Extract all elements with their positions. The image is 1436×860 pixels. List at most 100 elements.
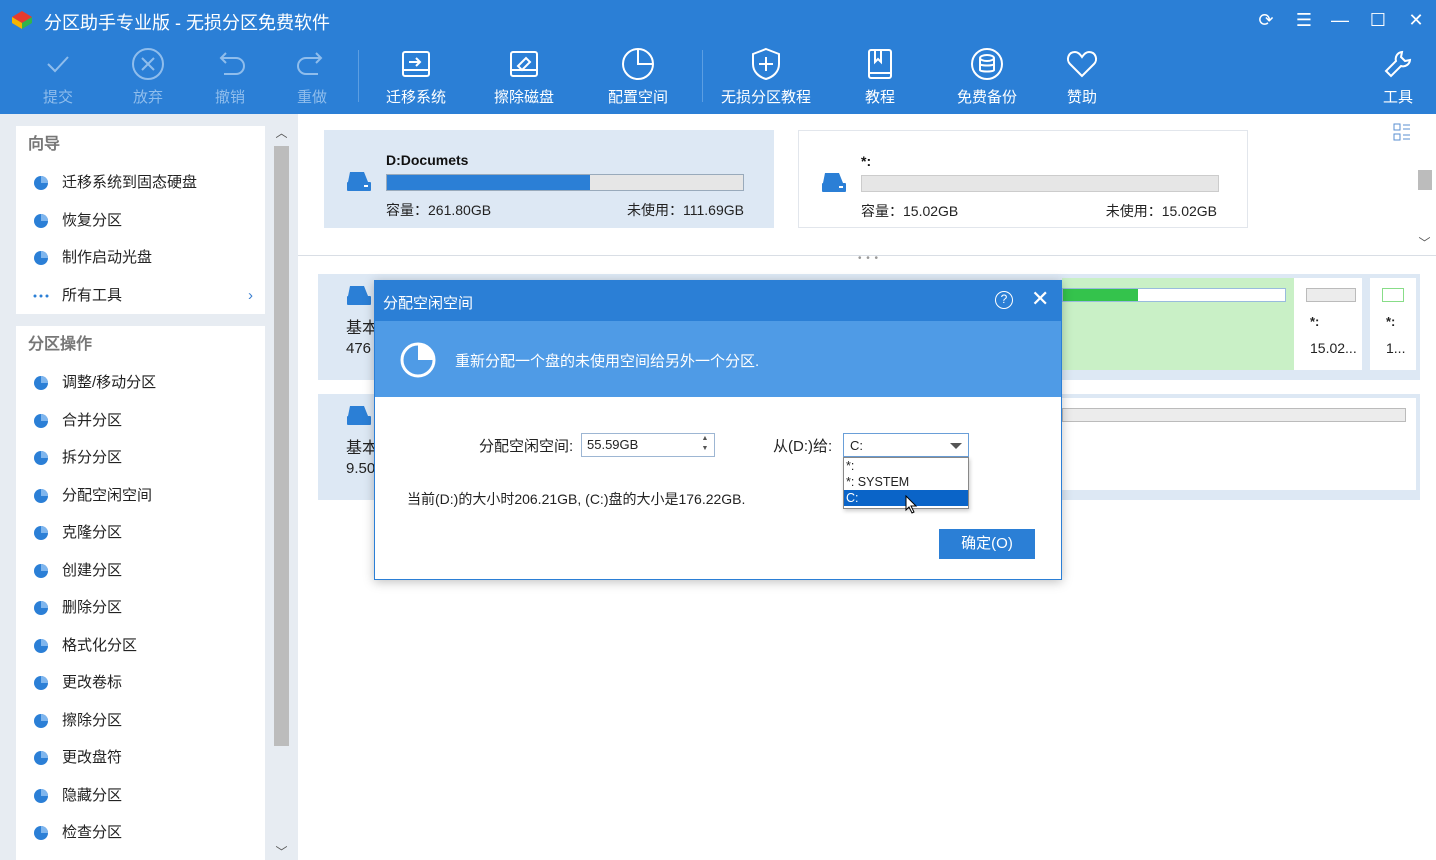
partition-name: *: [861, 153, 872, 169]
undo-button[interactable]: 撤销 [208, 46, 252, 110]
sidebar-item[interactable]: 分配空闲空间 [16, 477, 265, 515]
sidebar-item[interactable]: 合并分区 [16, 402, 265, 440]
scroll-down-icon[interactable]: ﹀ [272, 843, 291, 860]
dialog-description: 重新分配一个盘的未使用空间给另外一个分区. [455, 353, 760, 370]
sidebar-item[interactable]: 格式化分区 [16, 627, 265, 665]
disk-size: 476 [346, 340, 372, 357]
scrollbar-thumb[interactable] [1418, 170, 1432, 190]
scrollbar-thumb[interactable] [274, 146, 289, 746]
label-icon [34, 676, 48, 690]
sidebar-item[interactable]: 制作启动光盘 [16, 239, 265, 277]
sidebar-item[interactable]: 拆分分区 [16, 439, 265, 477]
tutorial-button[interactable]: 教程 [858, 46, 902, 110]
sidebar-item[interactable]: 恢复分区 [16, 202, 265, 240]
shield-plus-icon [752, 47, 780, 81]
space-amount-stepper[interactable]: 55.59GB ▲ ▼ [581, 433, 715, 457]
drive-icon [347, 172, 371, 191]
dialog-title: 分配空闲空间 [383, 295, 474, 312]
partition-label: *: [1310, 314, 1320, 329]
target-partition-select[interactable]: C: [843, 433, 969, 457]
usage-bar [386, 174, 744, 191]
sidebar-item[interactable]: 创建分区 [16, 552, 265, 590]
space-amount-value: 55.59GB [587, 437, 639, 452]
backup-icon [971, 48, 1003, 80]
sidebar-item-label: 克隆分区 [62, 524, 123, 541]
minimize-button[interactable]: — [1328, 8, 1352, 32]
sidebar-item[interactable]: 检查分区 [16, 814, 265, 852]
operations-heading: 分区操作 [28, 336, 93, 353]
sidebar-scrollbar[interactable]: ︿ ﹀ [272, 124, 291, 860]
redo-button[interactable]: 重做 [290, 46, 334, 110]
chevron-right-icon: › [248, 286, 253, 304]
donate-button[interactable]: 赞助 [1062, 46, 1102, 110]
sidebar-item-label: 擦除分区 [62, 711, 123, 729]
ok-button[interactable]: 确定(O) [939, 529, 1035, 559]
usage-bar [1062, 288, 1286, 302]
wizard-heading: 向导 [28, 136, 61, 153]
partition-block[interactable]: *: 15.02... [1294, 278, 1362, 370]
sidebar-item-label: 删除分区 [62, 599, 123, 616]
menu-icon[interactable]: ☰ [1292, 8, 1316, 32]
sidebar-item[interactable]: 克隆分区 [16, 514, 265, 552]
dropdown-option[interactable]: *: [844, 458, 968, 474]
wipe-partition-icon [34, 713, 48, 728]
free-space-text: 未使用：15.02GB [1105, 203, 1217, 219]
sidebar-item[interactable]: 更改卷标 [16, 664, 265, 702]
commit-button[interactable]: 提交 [36, 46, 80, 110]
partition-block[interactable] [1062, 278, 1294, 370]
view-toggle-icon[interactable] [1392, 122, 1412, 142]
partition-card[interactable]: D:Documets 容量：261.80GB 未使用：111.69GB [324, 130, 774, 228]
wizard-panel: 向导 迁移系统到固态硬盘 恢复分区 制作启动光盘 所有工具 › [16, 126, 265, 314]
dropdown-option[interactable]: *: SYSTEM [844, 474, 968, 490]
free-backup-button[interactable]: 免费备份 [954, 46, 1020, 110]
wipe-disk-button[interactable]: 擦除磁盘 [490, 46, 558, 110]
allocate-space-button[interactable]: 配置空间 [604, 46, 672, 110]
partition-size: 15.02... [1310, 340, 1357, 356]
partition-cards-pane: D:Documets 容量：261.80GB 未使用：111.69GB *: 容… [298, 114, 1436, 264]
capacity-text: 容量：261.80GB [386, 202, 492, 218]
sidebar-item[interactable]: 调整/移动分区 [16, 364, 265, 402]
sidebar: 向导 迁移系统到固态硬盘 恢复分区 制作启动光盘 所有工具 › 分区操作 调整/移动分区… [0, 114, 298, 860]
migrate-os-button[interactable]: 迁移系统 [382, 46, 450, 110]
sidebar-item-label: 拆分分区 [62, 449, 123, 466]
scroll-down-icon[interactable]: ﹀ [1415, 234, 1434, 251]
allocate-space-dialog: 分配空闲空间 ? ✕ 重新分配一个盘的未使用空间给另外一个分区. 分配空闲空间:… [374, 280, 1062, 580]
delete-partition-icon [34, 601, 48, 615]
disk-size: 9.50 [346, 460, 376, 477]
sidebar-item[interactable]: 擦除分区 [16, 702, 265, 740]
sidebar-item[interactable]: 所有工具 › [16, 277, 265, 315]
partition-name: D:Documets [386, 152, 469, 168]
maximize-button[interactable]: ☐ [1366, 8, 1390, 32]
sidebar-item[interactable]: 隐藏分区 [16, 777, 265, 815]
sidebar-item[interactable]: 更改盘符 [16, 739, 265, 777]
migrate-os-icon [402, 51, 430, 77]
partition-card[interactable]: *: 容量：15.02GB 未使用：15.02GB [798, 130, 1248, 228]
sidebar-item[interactable]: 删除分区 [16, 589, 265, 627]
refresh-icon[interactable]: ⟳ [1254, 8, 1278, 32]
check-icon [47, 56, 69, 73]
lossless-tutorial-button[interactable]: 无损分区教程 [718, 46, 814, 110]
scroll-up-icon[interactable]: ︿ [272, 124, 291, 141]
wipe-disk-icon [510, 51, 538, 77]
chevron-down-icon [950, 443, 962, 449]
target-partition-value: C: [850, 438, 863, 453]
close-button[interactable]: ✕ [1404, 8, 1428, 32]
usage-bar [861, 175, 1219, 192]
usage-bar [1382, 288, 1404, 302]
stepper-arrows[interactable]: ▲ ▼ [696, 434, 714, 456]
cards-scrollbar[interactable]: ﹀ [1415, 114, 1434, 254]
discard-button[interactable]: 放弃 [126, 46, 170, 110]
partition-block[interactable] [1062, 398, 1416, 490]
size-info-text: 当前(D:)的大小时206.21GB, (C:)盘的大小是176.22GB. [407, 491, 746, 507]
heart-icon [1066, 50, 1098, 78]
sidebar-item[interactable]: 迁移系统到固态硬盘 [16, 164, 265, 202]
help-icon[interactable]: ? [995, 291, 1013, 309]
merge-partition-icon [34, 413, 48, 428]
partition-block[interactable]: *: 1... [1370, 278, 1416, 370]
dialog-close-icon[interactable]: ✕ [1031, 287, 1049, 311]
tools-button[interactable]: 工具 [1378, 46, 1418, 110]
split-partition-icon [34, 451, 48, 465]
title-bar: 分区助手专业版 - 无损分区免费软件 ⟳ ☰ — ☐ ✕ [0, 0, 1436, 40]
bootable-media-icon [34, 251, 48, 265]
recover-partition-icon [34, 213, 48, 228]
